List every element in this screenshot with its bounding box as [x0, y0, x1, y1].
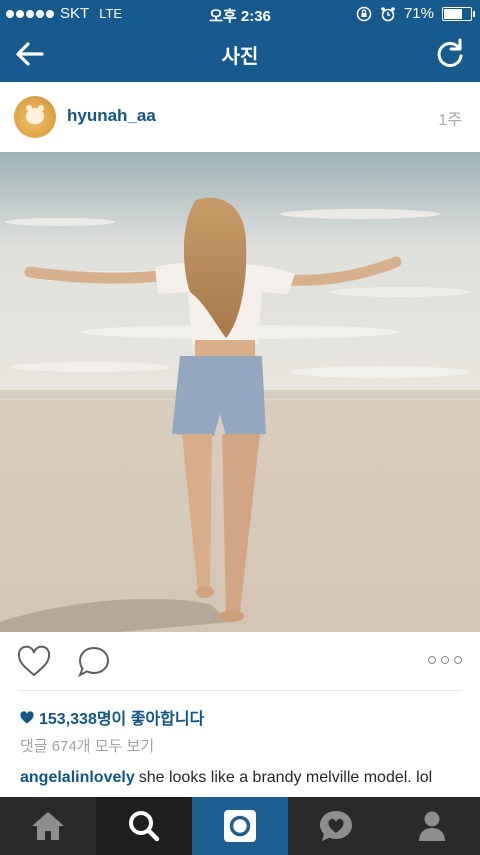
comment-bubble-icon[interactable]	[76, 644, 112, 680]
home-icon	[32, 812, 64, 840]
post-username[interactable]: hyunah_aa	[67, 106, 156, 126]
activity-heart-icon	[320, 811, 352, 841]
page-title: 사진	[221, 46, 259, 68]
tab-home[interactable]	[0, 797, 96, 855]
comment: angelalinlovely she looks like a brandy m…	[20, 766, 464, 789]
search-icon	[129, 811, 160, 842]
refresh-icon[interactable]	[432, 36, 468, 72]
more-dots-icon[interactable]	[428, 656, 462, 664]
rotation-lock-icon	[356, 6, 372, 21]
post-photo[interactable]	[0, 152, 480, 632]
avatar-bear-icon	[26, 105, 44, 124]
post-time: 1주	[438, 112, 462, 129]
profile-icon	[419, 811, 445, 841]
post-header: hyunah_aa 1주	[0, 82, 480, 152]
tab-search[interactable]	[96, 797, 192, 855]
battery-percent: 71%	[403, 5, 434, 22]
battery-fill	[444, 8, 462, 19]
comment-text: she looks like a brandy melville model. …	[138, 769, 433, 786]
view-all-comments-link[interactable]: 댓글 674개 모두 보기	[20, 735, 154, 756]
status-right: 71%	[356, 5, 475, 22]
heart-filled-icon	[20, 710, 34, 723]
top-bar: SKT LTE 오후 2:36 71% 사진	[0, 0, 480, 82]
tab-camera[interactable]	[192, 797, 288, 855]
tab-activity[interactable]	[288, 797, 384, 855]
heart-outline-icon[interactable]	[16, 644, 52, 680]
tab-profile[interactable]	[384, 797, 480, 855]
tab-bar	[0, 797, 480, 855]
comment-username[interactable]: angelalinlovely	[20, 769, 135, 786]
beach-photo-image	[0, 152, 480, 632]
status-bar: SKT LTE 오후 2:36 71%	[0, 0, 480, 28]
like-count[interactable]: 153,338명이 좋아합니다	[20, 705, 204, 729]
camera-icon	[224, 810, 256, 842]
like-count-text: 153,338명이 좋아합니다	[39, 711, 205, 728]
actions-divider	[18, 690, 462, 691]
alarm-icon	[381, 6, 395, 21]
avatar[interactable]	[14, 96, 56, 138]
battery-icon	[442, 6, 475, 21]
post-actions	[0, 632, 480, 692]
nav-bar: 사진	[0, 28, 480, 82]
